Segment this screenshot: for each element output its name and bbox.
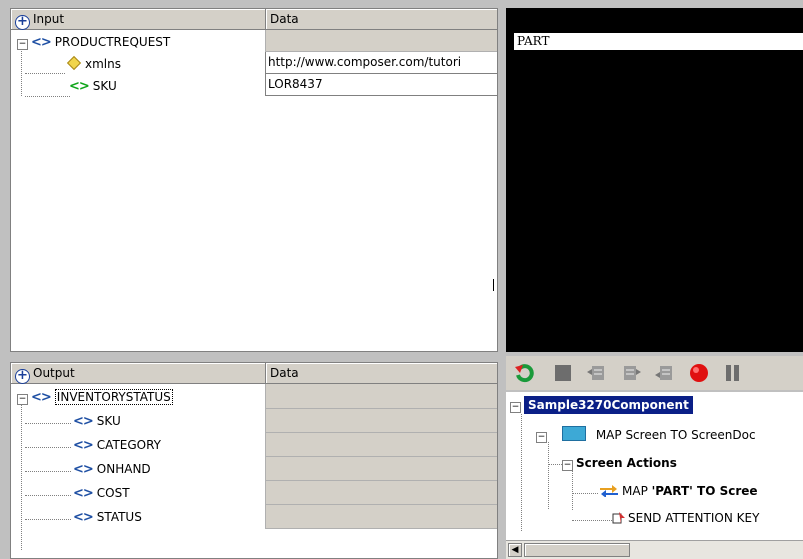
data-cell (265, 505, 497, 529)
expand-all-icon[interactable]: + (15, 369, 30, 384)
node-label-prefix: MAP (622, 484, 652, 498)
expand-all-icon[interactable]: + (15, 15, 30, 30)
tree-guide (25, 73, 65, 74)
text-element-icon: <> (69, 79, 90, 94)
tree-node-onhand[interactable]: <> ONHAND (73, 458, 151, 480)
tree-node-sku[interactable]: <> SKU (73, 410, 121, 432)
element-tag-icon: <> (73, 438, 94, 453)
input-header-label: Input (33, 12, 65, 26)
scrollbar-thumb[interactable] (524, 543, 630, 557)
data-cell (265, 433, 497, 457)
node-label: SKU (96, 414, 121, 428)
map-arrows-icon (600, 482, 618, 498)
terminal-text: PART (517, 34, 550, 48)
tree-guide (25, 423, 71, 424)
splitter-handle[interactable] (493, 279, 497, 291)
node-label: Screen Actions (576, 456, 677, 470)
collapse-icon[interactable]: − (510, 402, 521, 413)
node-label: SEND ATTENTION KEY (628, 511, 760, 525)
data-cell (265, 481, 497, 505)
tree-node-inventorystatus[interactable]: − <> INVENTORYSTATUS (17, 386, 173, 408)
node-label: CATEGORY (96, 438, 162, 452)
element-tag-icon: <> (31, 390, 52, 405)
tree-guide (21, 400, 22, 550)
tree-guide (21, 46, 22, 96)
node-label: STATUS (96, 510, 142, 524)
data-header-label: Data (270, 366, 299, 380)
step-into-icon[interactable] (654, 362, 676, 384)
tree-node-send-attention[interactable]: SEND ATTENTION KEY (612, 507, 759, 529)
element-tag-icon: <> (73, 462, 94, 477)
tree-guide (25, 471, 71, 472)
tree-node-category[interactable]: <> CATEGORY (73, 434, 161, 456)
tree-node-cost[interactable]: <> COST (73, 482, 130, 504)
pause-icon[interactable] (722, 362, 744, 384)
collapse-icon[interactable]: − (17, 394, 28, 405)
data-header-label: Data (270, 12, 299, 26)
record-icon[interactable] (688, 362, 710, 384)
scroll-left-button[interactable]: ◀ (508, 543, 522, 557)
step-icon[interactable] (620, 362, 642, 384)
screen-icon (561, 426, 586, 441)
tree-guide (548, 442, 549, 509)
tree-guide (572, 520, 612, 521)
terminal-screen[interactable]: PART (506, 8, 803, 352)
cell-value: LOR8437 (268, 77, 323, 91)
stop-icon[interactable] (552, 362, 574, 384)
node-label: INVENTORYSTATUS (54, 389, 173, 405)
tree-node-map-screen[interactable]: − MAP Screen TO ScreenDoc (536, 424, 756, 446)
tree-node-screen-actions[interactable]: − Screen Actions (562, 452, 677, 474)
tree-node-component[interactable]: − Sample3270Component (510, 394, 693, 416)
terminal-field[interactable]: PART (514, 33, 803, 50)
data-column-header[interactable]: Data (266, 363, 497, 384)
node-label: Sample3270Component (524, 396, 693, 414)
tree-guide (25, 495, 71, 496)
tree-node-productrequest[interactable]: − <> PRODUCTREQUEST (17, 31, 170, 53)
send-key-icon (612, 510, 626, 524)
tree-guide (25, 447, 71, 448)
element-tag-icon: <> (73, 414, 94, 429)
output-column-header[interactable]: + Output (11, 363, 266, 384)
node-label: 'PART' TO Scree (651, 484, 758, 498)
collapse-icon[interactable]: − (17, 39, 28, 50)
input-column-header[interactable]: + Input (11, 9, 266, 30)
output-header-label: Output (33, 366, 75, 380)
cell-value: http://www.composer.com/tutori (268, 55, 462, 69)
action-toolbar (506, 356, 803, 390)
collapse-icon[interactable]: − (536, 432, 547, 443)
element-tag-icon: <> (73, 510, 94, 525)
data-cell (265, 384, 497, 409)
element-tag-icon: <> (73, 486, 94, 501)
tree-guide (572, 493, 598, 494)
node-label: SKU (92, 79, 117, 93)
step-back-icon[interactable] (586, 362, 608, 384)
element-tag-icon: <> (31, 35, 52, 50)
attribute-icon (66, 55, 82, 71)
data-cell (265, 457, 497, 481)
tree-guide (572, 470, 573, 510)
tree-node-sku[interactable]: <> SKU (69, 75, 117, 97)
horizontal-scrollbar[interactable]: ◀ (506, 540, 803, 559)
collapse-icon[interactable]: − (562, 460, 573, 471)
data-cell (265, 409, 497, 433)
node-label: PRODUCTREQUEST (54, 35, 171, 49)
data-cell-xmlns[interactable]: http://www.composer.com/tutori (265, 52, 497, 74)
node-label: xmlns (85, 57, 121, 71)
node-label: MAP Screen TO ScreenDoc (595, 428, 756, 442)
tree-guide (521, 414, 522, 531)
actions-tree: − Sample3270Component − MAP Screen TO Scr… (506, 392, 803, 559)
data-column-header[interactable]: Data (266, 9, 497, 30)
data-cell (265, 30, 497, 52)
tree-node-xmlns[interactable]: xmlns (66, 53, 121, 75)
tree-guide (25, 96, 70, 97)
data-cell-sku[interactable]: LOR8437 (265, 74, 497, 96)
input-pane: + Input Data − <> PRODUCTREQUEST xmlns <> SK… (10, 8, 498, 352)
node-label: COST (96, 486, 130, 500)
tree-node-map-part[interactable]: MAP 'PART' TO Scree (600, 480, 758, 502)
refresh-icon[interactable] (514, 362, 536, 384)
node-label: ONHAND (96, 462, 151, 476)
tree-node-status[interactable]: <> STATUS (73, 506, 142, 528)
output-pane: + Output Data − <> INVENTORYSTATUS <> SKU <>… (10, 362, 498, 559)
tree-guide (25, 519, 71, 520)
